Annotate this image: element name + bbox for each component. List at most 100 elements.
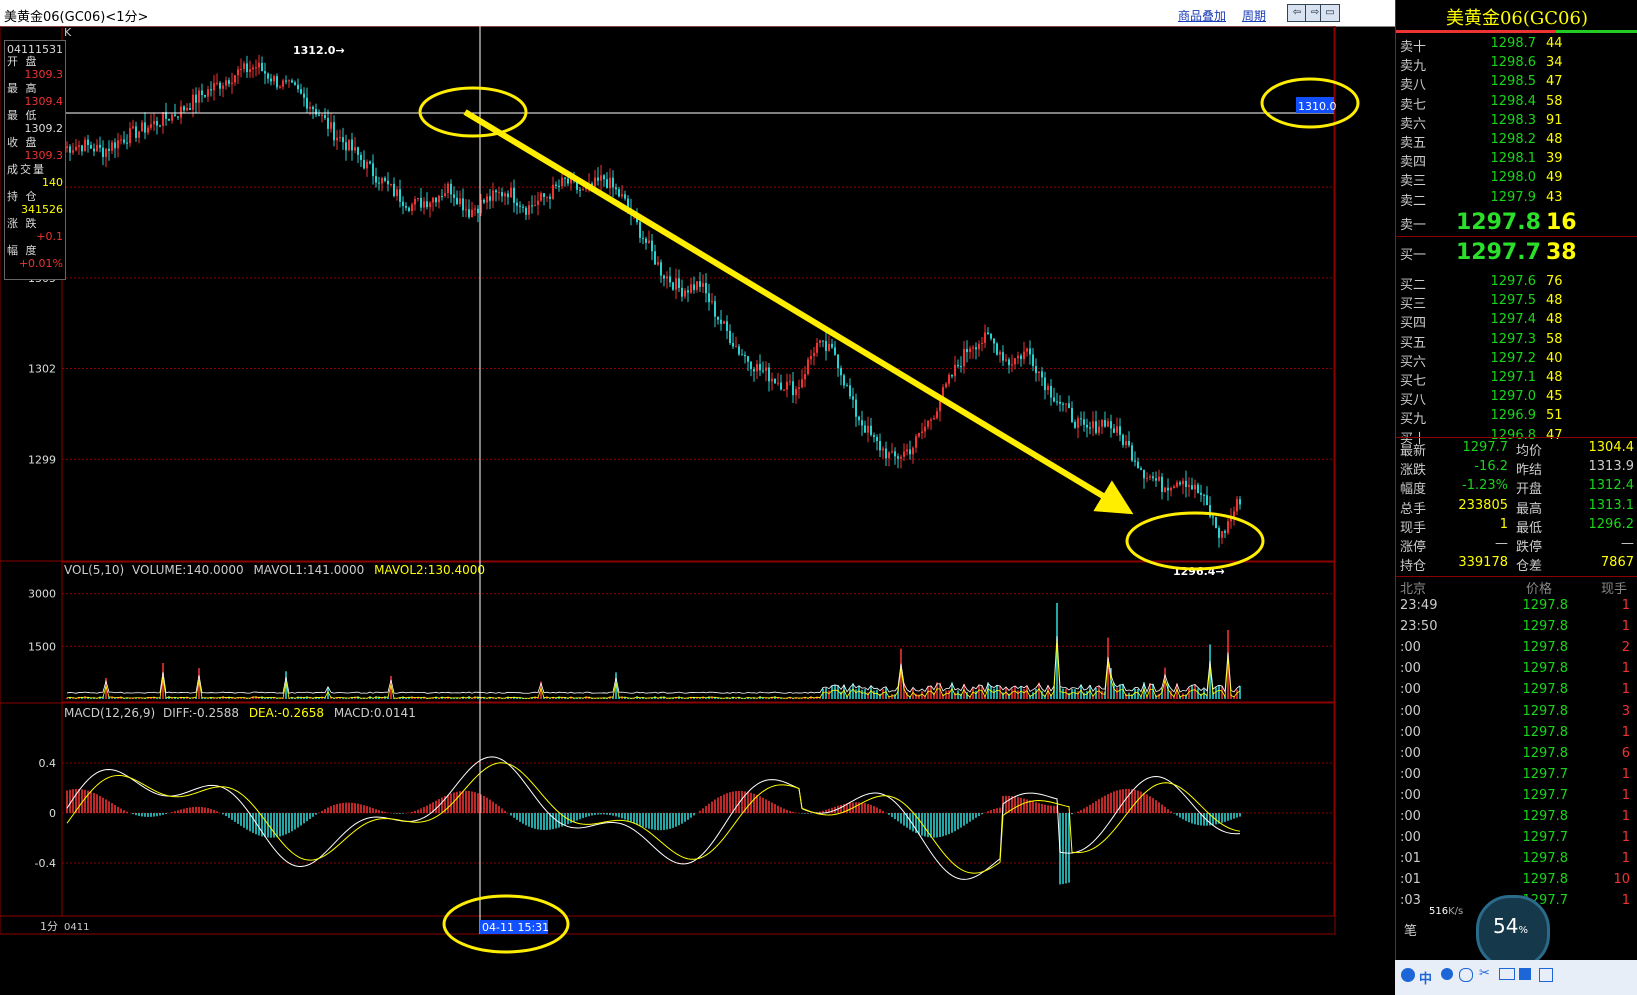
candle-body xyxy=(981,342,983,344)
candle-body xyxy=(327,117,329,129)
bid-row[interactable]: 买二 1297.6 76 xyxy=(1396,274,1637,294)
bid1-row[interactable]: 买一 1297.7 38 xyxy=(1396,240,1637,270)
ime-cn-icon[interactable]: 中 xyxy=(1419,968,1432,987)
orderbook-label: 卖十 xyxy=(1400,40,1427,55)
bid-row[interactable]: 买八 1297.0 45 xyxy=(1396,389,1637,409)
bid-row[interactable]: 买三 1297.5 48 xyxy=(1396,293,1637,313)
ask-row[interactable]: 卖五 1298.2 48 xyxy=(1396,132,1637,152)
candle-body xyxy=(732,342,734,347)
candle-body xyxy=(1137,461,1139,469)
price-grid xyxy=(62,186,1334,460)
candle-body xyxy=(66,146,68,149)
candle-body xyxy=(1155,478,1157,481)
candle-body xyxy=(1164,487,1166,492)
candle-body xyxy=(411,204,413,211)
candle-body xyxy=(1032,354,1034,367)
candle-body xyxy=(1218,528,1220,538)
orderbook-price: 1297.7 xyxy=(1456,240,1541,265)
candle-body xyxy=(846,385,848,387)
period-link[interactable]: 周期 xyxy=(1242,7,1266,24)
bid-row[interactable]: 买七 1297.1 48 xyxy=(1396,370,1637,390)
maximize-icon[interactable]: ▭ xyxy=(1320,4,1340,22)
candle-body xyxy=(1017,355,1019,359)
candle-body xyxy=(1173,486,1175,489)
candle-body xyxy=(315,109,317,115)
ask-row[interactable]: 卖六 1298.3 91 xyxy=(1396,113,1637,133)
quote-cell: 最低 xyxy=(1516,520,1543,536)
candle-body xyxy=(1152,476,1154,479)
title-bar: 美黄金06(GC06)<1分> 商品叠加 周期 ⇦ ⇨ ▭ xyxy=(0,0,1637,27)
tick-vol: 1 xyxy=(1621,619,1630,635)
candle-body xyxy=(609,177,611,189)
orderbook-price: 1297.0 xyxy=(1490,389,1537,405)
candle-body xyxy=(255,67,257,69)
grid-icon[interactable] xyxy=(1539,968,1553,982)
tick-vol: 1 xyxy=(1621,851,1630,867)
candle-body xyxy=(96,144,98,152)
candle-body xyxy=(777,382,779,384)
ask-row[interactable]: 卖三 1298.0 49 xyxy=(1396,170,1637,190)
quote-cell: -1.23% xyxy=(1462,478,1508,494)
overlay-link[interactable]: 商品叠加 xyxy=(1178,7,1226,24)
bid-row[interactable]: 买四 1297.4 48 xyxy=(1396,312,1637,332)
quote-row: 幅度 -1.23% 开盘 1312.4 xyxy=(1396,478,1637,498)
ask-row[interactable]: 卖七 1298.4 58 xyxy=(1396,94,1637,114)
orderbook-label: 买三 xyxy=(1400,297,1427,313)
shirt-icon[interactable] xyxy=(1519,968,1531,980)
ask-row[interactable]: 卖二 1297.9 43 xyxy=(1396,190,1637,210)
ask-row[interactable]: 卖九 1298.6 34 xyxy=(1396,55,1637,75)
candle-body xyxy=(1041,371,1043,378)
bid-row[interactable]: 买六 1297.2 40 xyxy=(1396,351,1637,371)
quote-cell: 幅度 xyxy=(1400,482,1427,498)
tick-vol: 1 xyxy=(1621,893,1630,909)
chart-area[interactable]: K 130513021299 30001500 0.40-0.4 VOL(5,1… xyxy=(0,26,1395,995)
tick-price: 1297.7 xyxy=(1522,766,1569,782)
candle-body xyxy=(300,89,302,94)
ask-row[interactable]: 卖四 1298.1 39 xyxy=(1396,151,1637,171)
candle-body xyxy=(402,201,404,207)
quote-table: 最新 1297.7 均价 1304.4 涨跌 -16.2 昨结 1313.9 幅度 -1.23% 开… xyxy=(1396,438,1637,578)
ask-row[interactable]: 卖八 1298.5 47 xyxy=(1396,74,1637,94)
scissors-icon[interactable]: ✂ xyxy=(1479,966,1490,981)
candle-body xyxy=(246,63,248,72)
candle-body xyxy=(1062,403,1064,405)
tick-time: :00 xyxy=(1400,703,1421,719)
candle-body xyxy=(1059,401,1061,404)
orderbook-vol: 44 xyxy=(1546,36,1563,51)
candle-body xyxy=(720,319,722,324)
bid-row[interactable]: 买九 1296.9 51 xyxy=(1396,408,1637,428)
candle-body xyxy=(1188,485,1190,488)
candle-body xyxy=(753,369,755,372)
candle-body xyxy=(324,115,326,118)
tick-row: 23:50 1297.8 1 xyxy=(1396,619,1637,640)
quote-cell: 涨跌 xyxy=(1400,463,1427,479)
orderbook-price: 1297.9 xyxy=(1490,189,1537,205)
orderbook-price: 1298.2 xyxy=(1490,132,1537,147)
candle-body xyxy=(894,451,896,457)
candle-body xyxy=(1020,355,1022,360)
candle-body xyxy=(1047,385,1049,391)
tab-trades[interactable]: 笔 xyxy=(1404,920,1417,939)
moon-icon[interactable] xyxy=(1441,968,1453,980)
candle-body xyxy=(1089,427,1091,429)
candle-body xyxy=(156,121,158,126)
candle-body xyxy=(681,287,683,297)
orderbook-vol: 34 xyxy=(1546,55,1563,71)
candle-body xyxy=(1026,348,1028,352)
speed-widget[interactable]: 516K/s 54% xyxy=(1429,895,1550,969)
candle-body xyxy=(663,275,665,279)
prev-icon[interactable]: ⇦ xyxy=(1287,4,1307,22)
bid-row[interactable]: 买五 1297.3 58 xyxy=(1396,332,1637,352)
ask-row[interactable]: 卖十 1298.7 44 xyxy=(1396,36,1637,56)
candle-body xyxy=(582,189,584,191)
speed-percent: 54% xyxy=(1493,914,1528,938)
tick-list[interactable]: 23:49 1297.8 1 23:50 1297.8 1:00 1297.8 2:00 129… xyxy=(1396,598,1637,918)
candle-body xyxy=(1002,352,1004,361)
candle-body xyxy=(141,122,143,132)
candle-body xyxy=(885,448,887,459)
user-icon[interactable] xyxy=(1401,968,1415,982)
emoji-icon[interactable] xyxy=(1459,968,1473,982)
candle-body xyxy=(375,176,377,183)
keyboard-icon[interactable] xyxy=(1499,968,1515,980)
orderbook-label: 买七 xyxy=(1400,374,1427,389)
